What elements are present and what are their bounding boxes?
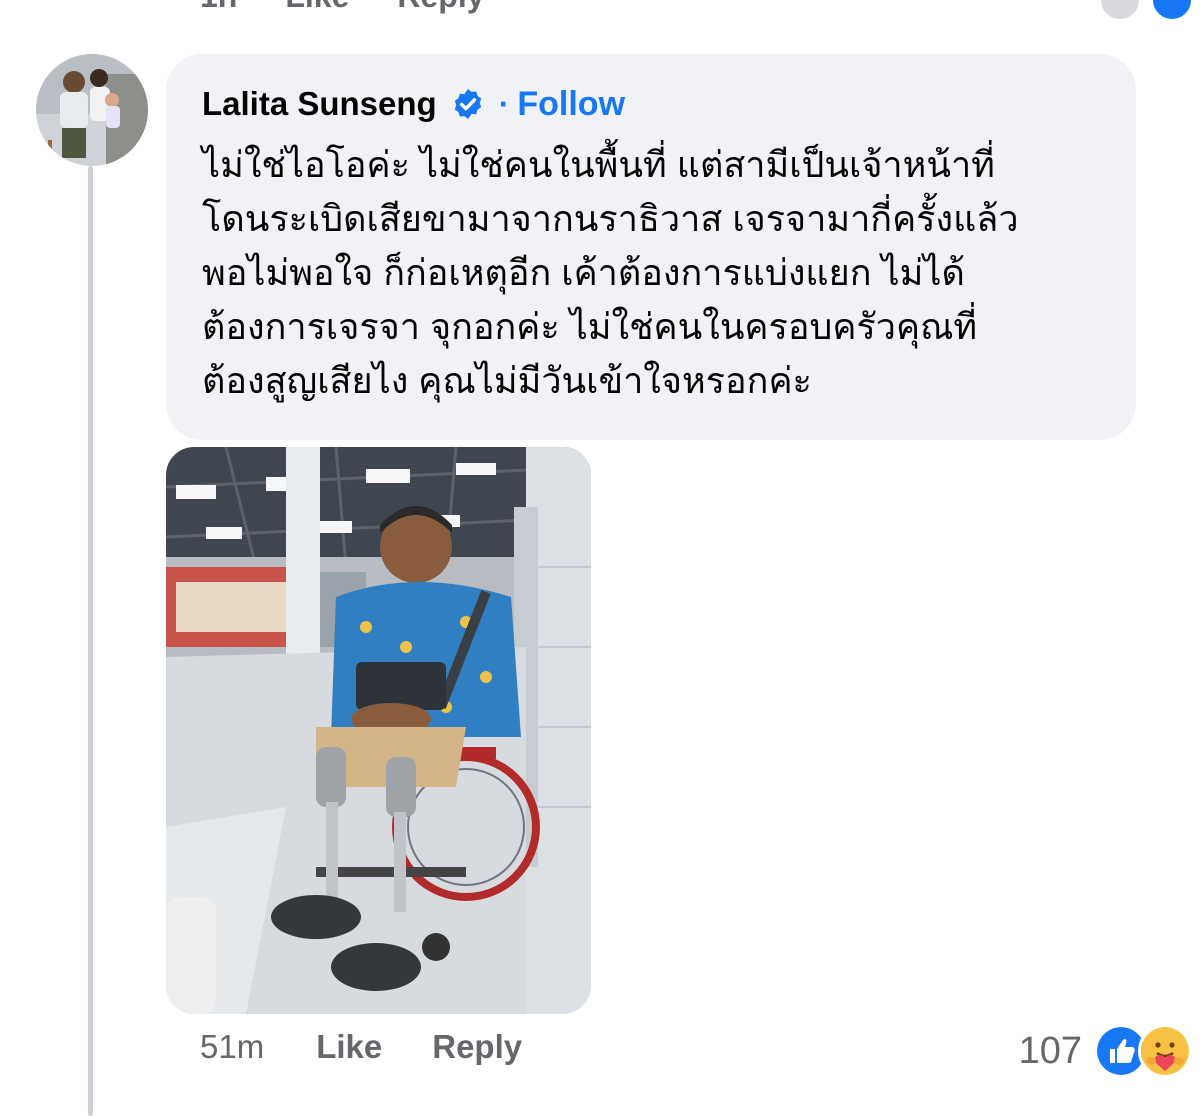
comment-header: Lalita Sunseng · Follow xyxy=(202,82,1106,126)
comment-line: โดนระเบิดเสียขามาจากนราธิวาส เจรจามากี่ค… xyxy=(202,198,1019,239)
comment-bubble: Lalita Sunseng · Follow ไม่ใช่ไอโอค่ะ ไม… xyxy=(166,54,1136,440)
comment-actions: 51m Like Reply xyxy=(200,1028,522,1066)
comment-line: ต้องการเจรจา จุกอกค่ะ ไม่ใช่คนในครอบครัว… xyxy=(202,306,978,347)
thread-line xyxy=(88,166,93,1116)
care-icon xyxy=(1138,1024,1192,1078)
previous-comment-actions: 1h Like Reply xyxy=(200,0,485,15)
follow-button[interactable]: Follow xyxy=(517,85,625,124)
previous-like-icon-blue xyxy=(1150,0,1194,22)
reply-button[interactable]: Reply xyxy=(432,1028,522,1066)
reaction-count: 107 xyxy=(1018,1029,1082,1072)
previous-reply-button[interactable]: Reply xyxy=(397,0,484,15)
comment-line: ไม่ใช่ไอโอค่ะ ไม่ใช่คนในพื้นที่ แต่สามีเ… xyxy=(202,144,995,185)
avatar[interactable] xyxy=(36,54,148,166)
separator-dot: · xyxy=(498,85,510,122)
comment-photo[interactable] xyxy=(166,447,591,1014)
like-button[interactable]: Like xyxy=(316,1028,382,1066)
verified-badge-icon xyxy=(454,89,481,119)
comment-time[interactable]: 51m xyxy=(200,1028,264,1066)
comment-line: ต้องสูญเสียไง คุณไม่มีวันเข้าใจหรอกค่ะ xyxy=(202,360,812,401)
previous-reactions[interactable] xyxy=(1098,0,1194,22)
previous-like-button[interactable]: Like xyxy=(285,0,349,15)
comment-text: ไม่ใช่ไอโอค่ะ ไม่ใช่คนในพื้นที่ แต่สามีเ… xyxy=(202,138,1106,408)
previous-like-icon xyxy=(1098,0,1142,22)
reaction-summary[interactable]: 107 xyxy=(1019,1024,1192,1078)
comment-line: พอไม่พอใจ ก็ก่อเหตุอีก เค้าต้องการแบ่งแย… xyxy=(202,252,965,293)
previous-comment-time: 1h xyxy=(200,0,237,15)
author-name[interactable]: Lalita Sunseng xyxy=(202,85,437,123)
